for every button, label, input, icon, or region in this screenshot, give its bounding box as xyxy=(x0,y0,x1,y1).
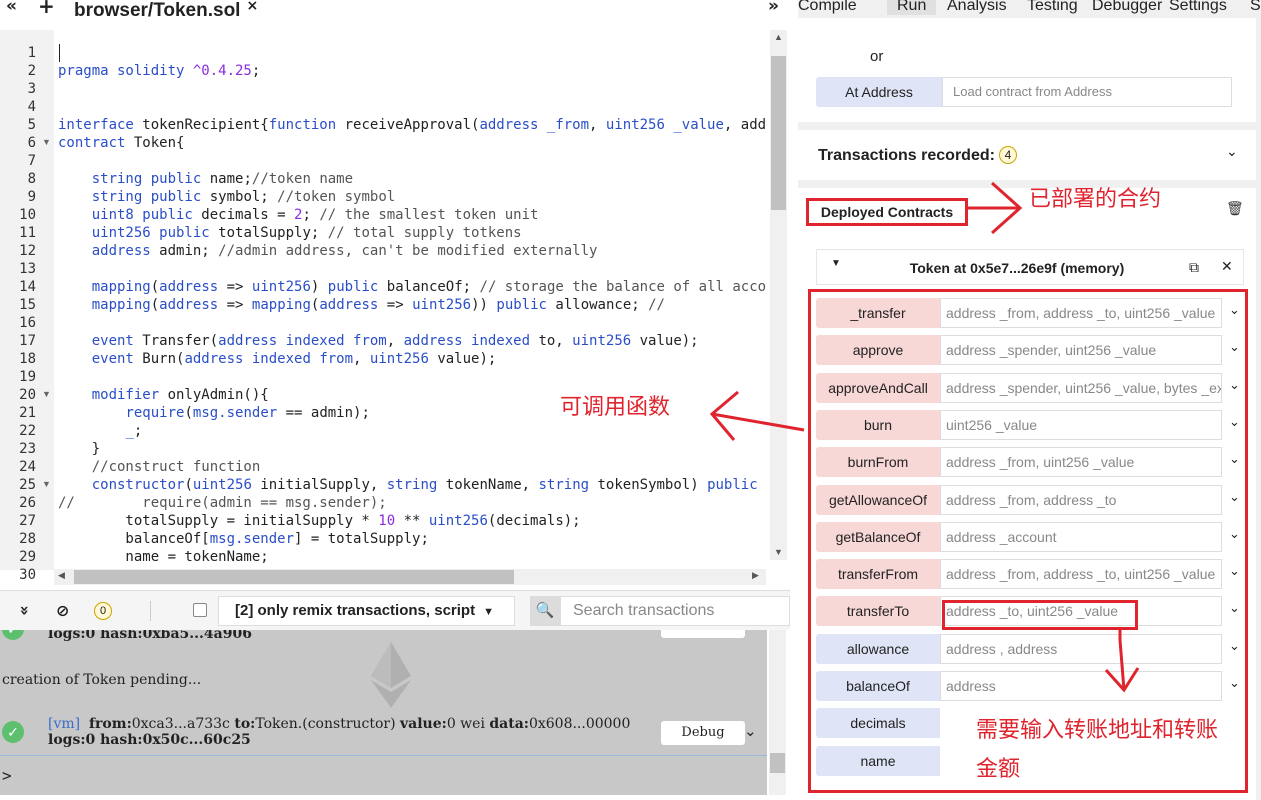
input-hint-annotation: 需要输入转账地址和转账 xyxy=(976,718,1219,743)
deployed-annotation: 已部署的合约 xyxy=(1029,187,1162,212)
input-hint-annotation-line2: 金额 xyxy=(976,757,1021,782)
callable-annotation: 可调用函数 xyxy=(560,395,671,420)
